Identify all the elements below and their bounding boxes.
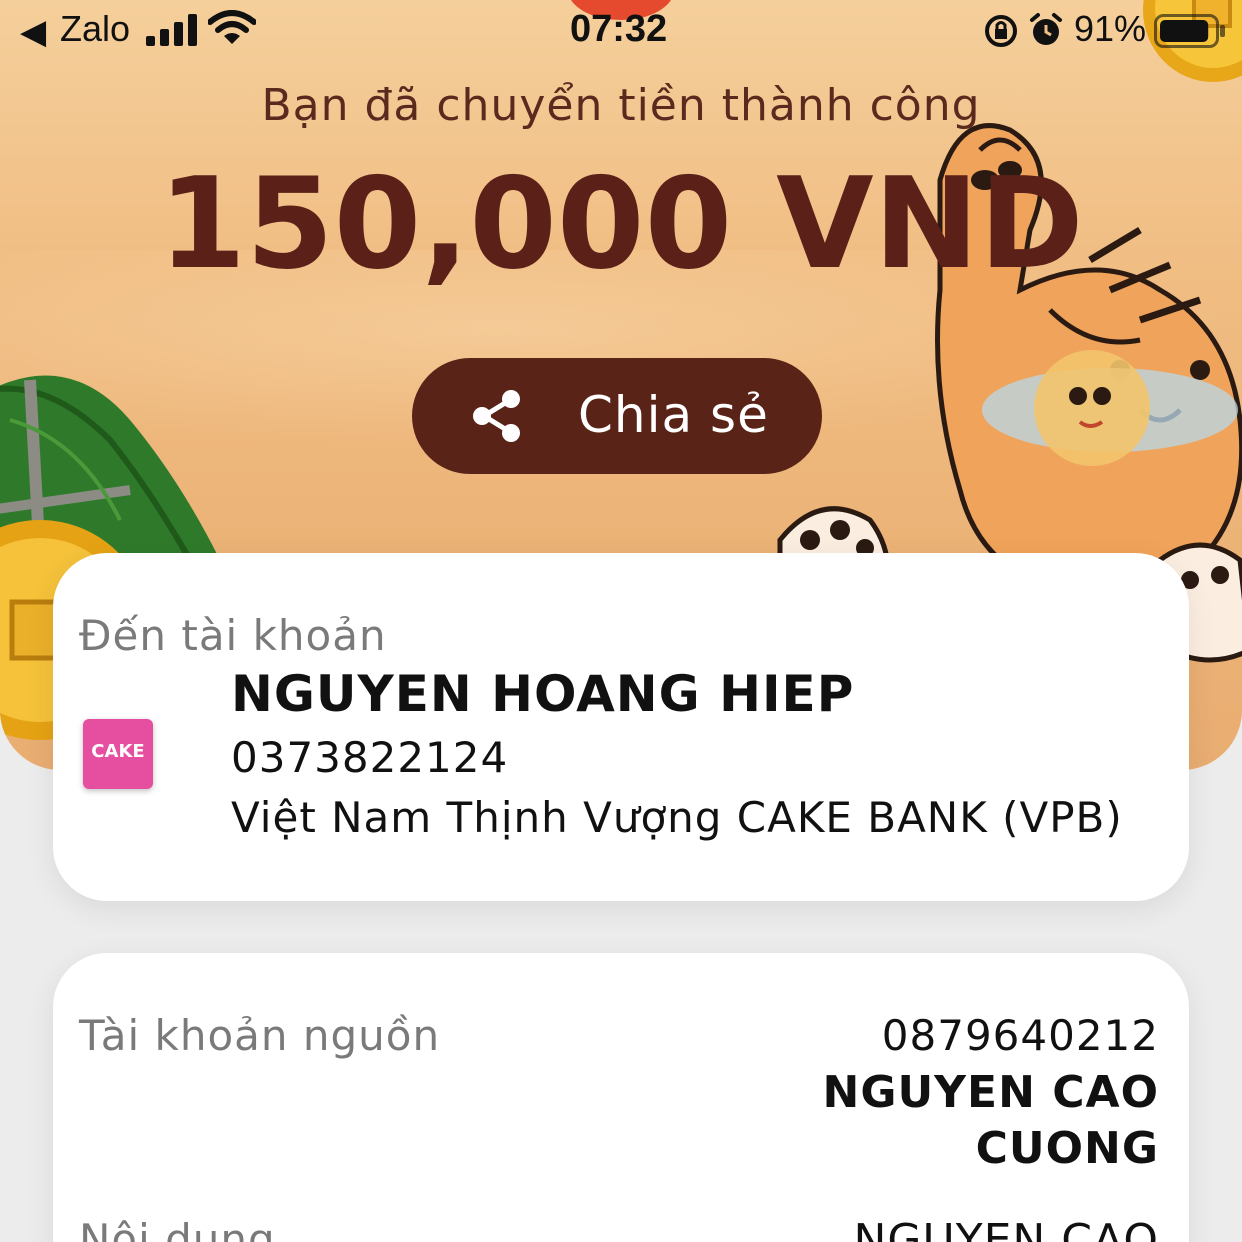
share-icon <box>473 390 520 442</box>
wifi-icon <box>208 10 256 44</box>
alarm-icon <box>1030 13 1062 45</box>
recipient-section-label: Đến tài khoản <box>79 611 387 660</box>
orientation-lock-icon <box>985 15 1017 47</box>
back-arrow-icon[interactable]: ◀ <box>20 12 46 52</box>
source-account-name: NGUYEN CAO CUONG <box>822 1067 1159 1174</box>
cake-bank-logo: CAKE <box>83 719 153 789</box>
status-bar: ◀ Zalo 07:32 91% <box>0 0 1242 64</box>
content-value: NGUYEN CAO <box>853 1215 1159 1242</box>
share-button[interactable]: Chia sẻ <box>412 358 822 474</box>
recipient-bank-name: Việt Nam Thịnh Vượng CAKE BANK (VPB) <box>231 793 1123 842</box>
source-account-number: 0879640212 <box>881 1011 1159 1060</box>
support-bee-icon[interactable] <box>980 330 1240 490</box>
source-account-label: Tài khoản nguồn <box>79 1011 441 1060</box>
content-label: Nội dung <box>79 1215 276 1242</box>
recipient-card: Đến tài khoản CAKE NGUYEN HOANG HIEP 037… <box>53 553 1189 901</box>
battery-icon <box>1154 14 1225 48</box>
success-message: Bạn đã chuyển tiền thành công <box>261 80 981 131</box>
clock: 07:32 <box>570 8 668 50</box>
back-app-label[interactable]: Zalo <box>60 8 130 50</box>
transfer-success-screen: ◀ Zalo 07:32 91% Bạn đã chuyển tiền thàn… <box>0 0 1242 1242</box>
recipient-name: NGUYEN HOANG HIEP <box>231 665 855 723</box>
transfer-amount: 150,000 VND <box>158 150 1084 297</box>
cellular-signal-icon <box>146 14 197 46</box>
bank-logo-text: CAKE <box>91 741 145 762</box>
recipient-account-number: 0373822124 <box>231 733 509 782</box>
transfer-details-card: Tài khoản nguồn 0879640212 NGUYEN CAO CU… <box>53 953 1189 1242</box>
share-button-label: Chia sẻ <box>578 386 769 444</box>
battery-percentage: 91% <box>1074 8 1147 49</box>
